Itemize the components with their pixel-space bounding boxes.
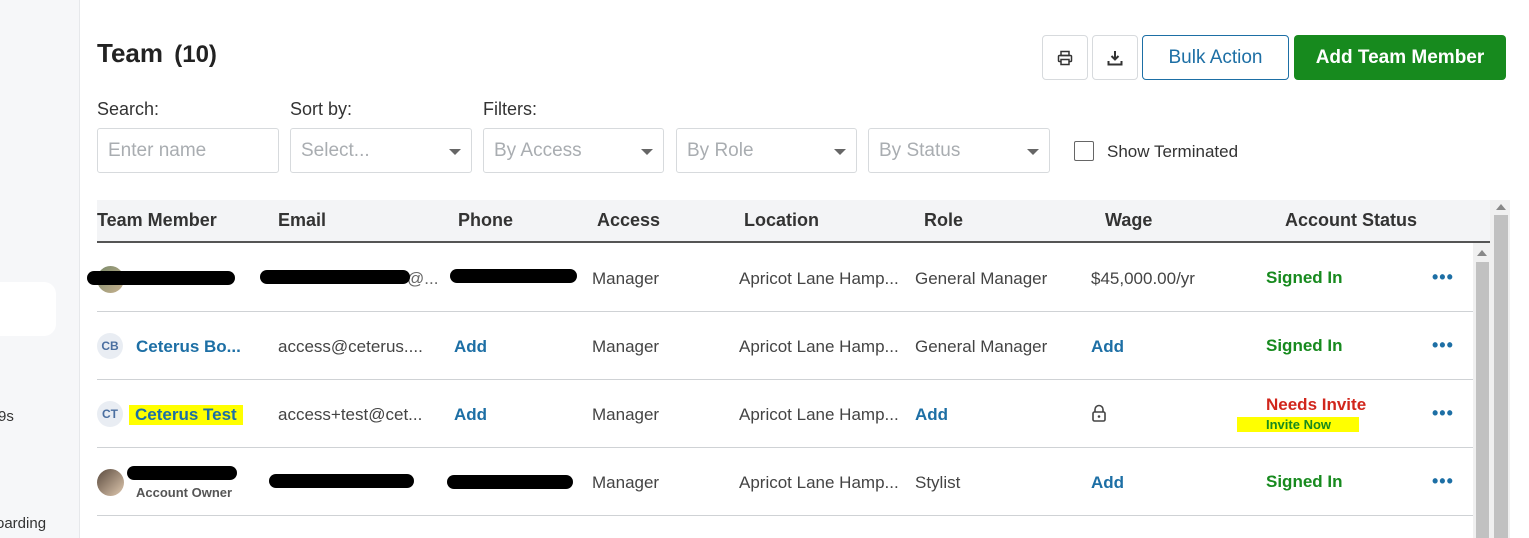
redacted-email — [260, 270, 410, 284]
status-badge: Signed In — [1266, 336, 1343, 355]
print-button[interactable] — [1042, 35, 1088, 80]
access-filter-placeholder: By Access — [494, 139, 582, 161]
table-row[interactable]: CB Ceterus Bo... access@ceterus.... Add … — [97, 312, 1473, 380]
show-terminated-checkbox[interactable] — [1074, 141, 1094, 161]
redacted-name — [87, 271, 235, 285]
sidebar-item-label[interactable]: oarding — [0, 515, 46, 532]
table-row[interactable]: CT Ceterus Test access+test@cet... Add M… — [97, 380, 1473, 448]
page-title: Team (10) — [97, 38, 217, 69]
member-location: Apricot Lane Hamp... — [739, 405, 899, 424]
add-wage-link[interactable]: Add — [1091, 473, 1124, 493]
column-header-team-member[interactable]: Team Member — [97, 210, 217, 231]
member-access: Manager — [592, 473, 660, 492]
column-header-role[interactable]: Role — [924, 210, 963, 231]
sort-label: Sort by: — [290, 99, 353, 119]
column-header-account-status[interactable]: Account Status — [1285, 210, 1417, 231]
add-wage-link[interactable]: Add — [1091, 337, 1124, 357]
member-location: Apricot Lane Hamp... — [739, 269, 899, 288]
avatar: CB — [97, 333, 123, 359]
redacted-email — [269, 474, 414, 488]
lock-icon — [1090, 404, 1108, 427]
role-filter-placeholder: By Role — [687, 139, 754, 161]
member-role: General Manager — [915, 269, 1048, 288]
add-phone-link[interactable]: Add — [454, 405, 487, 425]
add-phone-link[interactable]: Add — [454, 337, 487, 357]
redacted-name — [127, 466, 237, 480]
add-team-member-button[interactable]: Add Team Member — [1294, 35, 1506, 80]
search-placeholder: Enter name — [108, 139, 207, 161]
redacted-phone — [450, 269, 577, 283]
invite-now-link[interactable]: Invite Now — [1237, 417, 1360, 432]
column-header-phone[interactable]: Phone — [458, 210, 513, 231]
status-badge: Signed In — [1266, 268, 1343, 287]
chevron-down-icon — [834, 149, 846, 155]
chevron-down-icon — [641, 149, 653, 155]
more-options-icon[interactable]: ••• — [1432, 267, 1454, 288]
team-count: (10) — [174, 41, 217, 68]
download-icon — [1107, 50, 1123, 65]
download-button[interactable] — [1092, 35, 1138, 80]
print-icon — [1057, 50, 1073, 65]
member-name-link[interactable]: Ceterus Bo... — [136, 337, 241, 357]
avatar — [97, 469, 124, 496]
column-header-wage[interactable]: Wage — [1105, 210, 1152, 231]
add-role-link[interactable]: Add — [915, 405, 948, 425]
member-email: access@ceterus.... — [278, 337, 423, 356]
status-badge: Needs Invite — [1266, 395, 1367, 414]
access-filter-select[interactable]: By Access — [483, 128, 664, 173]
column-header-location[interactable]: Location — [744, 210, 819, 231]
table-row[interactable]: @... Manager Apricot Lane Hamp... Genera… — [87, 244, 1473, 312]
page-scrollbar-thumb[interactable] — [1494, 215, 1508, 538]
more-options-icon[interactable]: ••• — [1432, 471, 1454, 492]
sort-placeholder: Select... — [301, 139, 370, 161]
account-owner-label: Account Owner — [136, 485, 233, 500]
role-filter-select[interactable]: By Role — [676, 128, 857, 173]
column-header-email[interactable]: Email — [278, 210, 326, 231]
search-label: Search: — [97, 99, 160, 119]
scroll-up-arrow-icon[interactable] — [1496, 204, 1506, 210]
search-input[interactable]: Enter name — [97, 128, 279, 173]
member-role: General Manager — [915, 337, 1048, 356]
member-location: Apricot Lane Hamp... — [739, 337, 899, 356]
status-filter-select[interactable]: By Status — [868, 128, 1050, 173]
status-badge: Signed In — [1266, 472, 1343, 491]
chevron-down-icon — [1027, 149, 1039, 155]
table-scrollbar-thumb[interactable] — [1476, 262, 1489, 538]
filters-label: Filters: — [483, 99, 537, 119]
sidebar: 9s oarding — [0, 0, 80, 538]
sidebar-active-item[interactable] — [0, 282, 56, 336]
more-options-icon[interactable]: ••• — [1432, 335, 1454, 356]
member-access: Manager — [592, 269, 660, 288]
redacted-phone — [447, 475, 573, 489]
member-wage: $45,000.00/yr — [1091, 269, 1195, 288]
member-email: @... — [407, 269, 439, 288]
sidebar-item-label[interactable]: 9s — [0, 408, 14, 425]
show-terminated-label[interactable]: Show Terminated — [1107, 142, 1238, 162]
member-name-link[interactable]: Ceterus Test — [129, 405, 243, 425]
bulk-action-button[interactable]: Bulk Action — [1142, 35, 1289, 80]
member-location: Apricot Lane Hamp... — [739, 473, 899, 492]
column-header-access[interactable]: Access — [597, 210, 660, 231]
member-access: Manager — [592, 405, 660, 424]
table-row[interactable]: Account Owner Manager Apricot Lane Hamp.… — [97, 448, 1473, 516]
status-filter-placeholder: By Status — [879, 139, 961, 161]
chevron-down-icon — [449, 149, 461, 155]
table-header: Team Member Email Phone Access Location … — [97, 200, 1490, 243]
member-access: Manager — [592, 337, 660, 356]
page-title-text: Team — [97, 38, 163, 68]
member-email: access+test@cet... — [278, 405, 423, 424]
sort-select[interactable]: Select... — [290, 128, 472, 173]
avatar: CT — [97, 401, 123, 427]
more-options-icon[interactable]: ••• — [1432, 403, 1454, 424]
member-role: Stylist — [915, 473, 961, 492]
scroll-up-arrow-icon[interactable] — [1477, 250, 1487, 256]
